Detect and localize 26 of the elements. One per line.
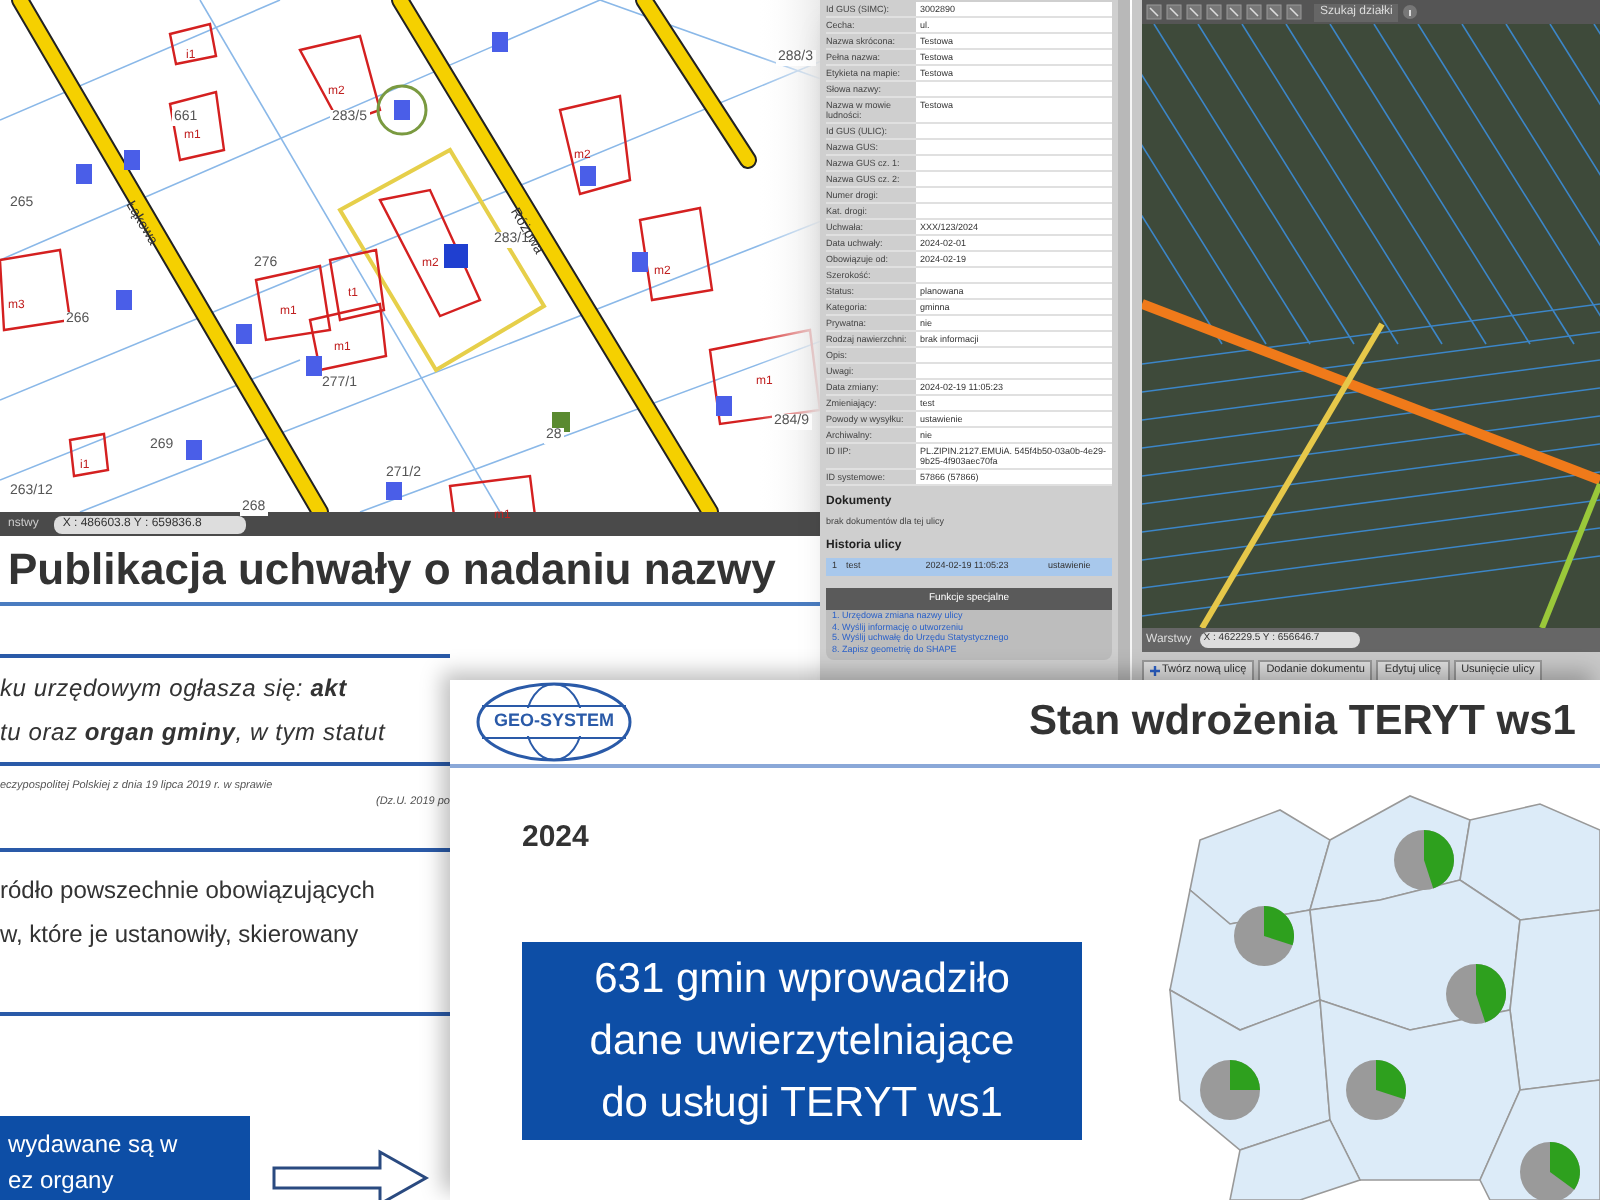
arrow-icon — [270, 1147, 430, 1200]
quote-line: tu oraz organ gminy, w tym statut — [0, 716, 388, 750]
highlight-line: dane uwierzytelniające — [589, 1015, 1015, 1067]
field-value[interactable] — [916, 204, 1112, 218]
field-value[interactable] — [916, 172, 1112, 186]
callout-line: ez organy — [8, 1163, 116, 1197]
field-value[interactable] — [916, 140, 1112, 154]
plus-icon — [1150, 666, 1160, 676]
year-label: 2024 — [522, 818, 591, 858]
slide-title: Publikacja uchwały o nadaniu nazwy — [8, 542, 776, 598]
quote-line: ku urzędowym ogłasza się: akt — [0, 672, 349, 706]
callout-line: wydawane są w — [8, 1127, 180, 1161]
slide-title: Stan wdrożenia TERYT ws1 — [1029, 696, 1576, 749]
field-value[interactable] — [916, 82, 1112, 96]
highlight-line: do usługi TERYT ws1 — [601, 1077, 1003, 1129]
field-value[interactable] — [916, 156, 1112, 170]
scrollbar[interactable] — [1118, 0, 1130, 684]
field-value[interactable] — [916, 124, 1112, 138]
field-value[interactable] — [916, 348, 1112, 362]
field-value[interactable] — [916, 188, 1112, 202]
highlight-line: 631 gmin wprowadziło — [594, 953, 1010, 1005]
body-line: ródło powszechnie obowiązujących — [0, 873, 377, 907]
company-logo: GEO-SYSTEM — [474, 682, 634, 762]
body-line: w, które je ustanowiły, skierowany — [0, 917, 361, 951]
field-value[interactable] — [916, 364, 1112, 378]
field-value[interactable] — [916, 268, 1112, 282]
